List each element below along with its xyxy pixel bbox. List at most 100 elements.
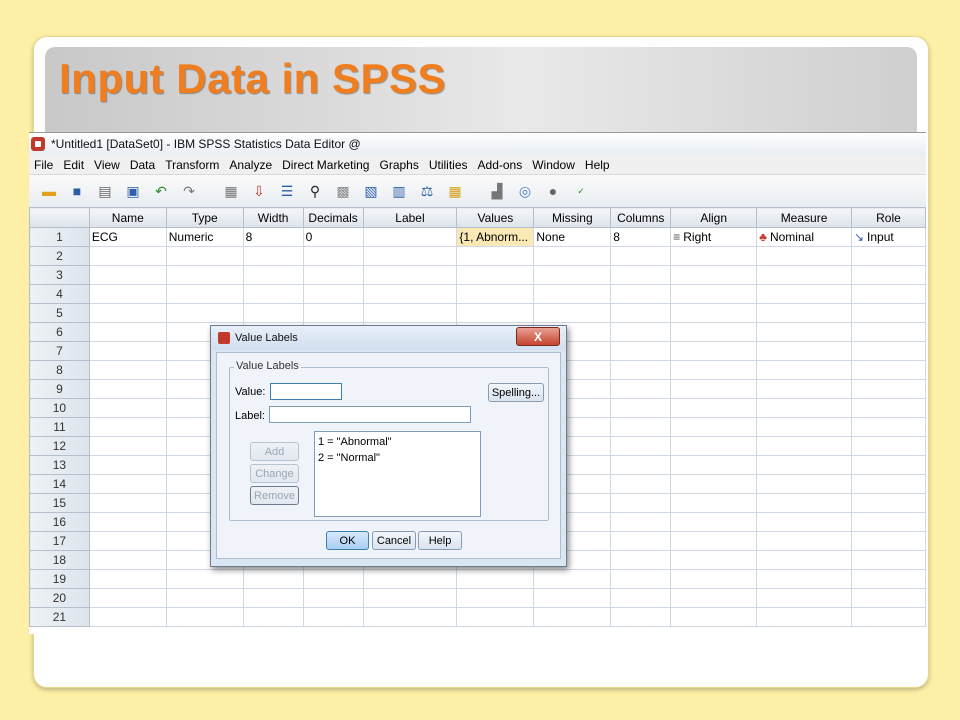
- insert-variable-icon[interactable]: ▧: [360, 180, 382, 202]
- empty-cell[interactable]: [756, 569, 852, 589]
- row-number[interactable]: 19: [29, 569, 90, 589]
- ok-button[interactable]: OK: [326, 531, 369, 550]
- empty-cell[interactable]: [302, 265, 364, 285]
- empty-cell[interactable]: [850, 265, 926, 285]
- empty-cell[interactable]: [165, 303, 244, 323]
- empty-cell[interactable]: [670, 455, 758, 475]
- weight-cases-icon[interactable]: ⚖: [416, 180, 438, 202]
- menu-data[interactable]: Data: [125, 158, 160, 172]
- empty-cell[interactable]: [533, 569, 612, 589]
- empty-cell[interactable]: [610, 265, 672, 285]
- empty-cell[interactable]: [302, 569, 364, 589]
- row-number[interactable]: 7: [29, 341, 90, 361]
- empty-cell[interactable]: [362, 588, 458, 608]
- list-item[interactable]: 1 = "Abnormal": [318, 434, 477, 450]
- empty-cell[interactable]: [88, 379, 167, 399]
- empty-cell[interactable]: [165, 246, 244, 266]
- empty-cell[interactable]: [670, 474, 758, 494]
- empty-cell[interactable]: [670, 550, 758, 570]
- empty-cell[interactable]: [670, 569, 758, 589]
- empty-cell[interactable]: [610, 588, 672, 608]
- empty-cell[interactable]: [756, 436, 852, 456]
- empty-cell[interactable]: [850, 474, 926, 494]
- empty-cell[interactable]: [456, 607, 535, 627]
- menu-utilities[interactable]: Utilities: [424, 158, 473, 172]
- empty-cell[interactable]: [850, 322, 926, 342]
- empty-cell[interactable]: [533, 607, 612, 627]
- empty-cell[interactable]: [362, 265, 458, 285]
- empty-cell[interactable]: [670, 265, 758, 285]
- empty-cell[interactable]: [670, 398, 758, 418]
- empty-cell[interactable]: [88, 531, 167, 551]
- empty-cell[interactable]: [610, 322, 672, 342]
- row-number[interactable]: 15: [29, 493, 90, 513]
- empty-cell[interactable]: [610, 303, 672, 323]
- empty-cell[interactable]: [456, 284, 535, 304]
- empty-cell[interactable]: [88, 569, 167, 589]
- empty-cell[interactable]: [88, 303, 167, 323]
- goto-case-icon[interactable]: ▦: [220, 180, 242, 202]
- empty-cell[interactable]: [670, 607, 758, 627]
- empty-cell[interactable]: [756, 303, 852, 323]
- empty-cell[interactable]: [242, 569, 304, 589]
- empty-cell[interactable]: [165, 569, 244, 589]
- remove-button[interactable]: Remove: [250, 486, 299, 505]
- empty-cell[interactable]: [302, 607, 364, 627]
- empty-cell[interactable]: [850, 569, 926, 589]
- change-button[interactable]: Change: [250, 464, 299, 483]
- row-number[interactable]: 4: [29, 284, 90, 304]
- empty-cell[interactable]: [670, 341, 758, 361]
- row-number[interactable]: 12: [29, 436, 90, 456]
- empty-cell[interactable]: [165, 588, 244, 608]
- empty-cell[interactable]: [850, 436, 926, 456]
- col-header-decimals[interactable]: Decimals: [302, 207, 364, 228]
- empty-cell[interactable]: [756, 360, 852, 380]
- open-folder-icon[interactable]: ▬: [38, 180, 60, 202]
- empty-cell[interactable]: [756, 474, 852, 494]
- empty-cell[interactable]: [756, 588, 852, 608]
- empty-cell[interactable]: [756, 341, 852, 361]
- row-number[interactable]: 6: [29, 322, 90, 342]
- cell-role[interactable]: ↘ Input: [850, 227, 926, 247]
- empty-cell[interactable]: [850, 588, 926, 608]
- empty-cell[interactable]: [165, 607, 244, 627]
- empty-cell[interactable]: [756, 550, 852, 570]
- empty-cell[interactable]: [456, 246, 535, 266]
- empty-cell[interactable]: [610, 436, 672, 456]
- help-button[interactable]: Help: [418, 531, 462, 550]
- close-button[interactable]: X: [516, 327, 560, 346]
- empty-cell[interactable]: [242, 265, 304, 285]
- empty-cell[interactable]: [756, 322, 852, 342]
- empty-cell[interactable]: [362, 284, 458, 304]
- cell-measure[interactable]: ♣ Nominal: [756, 227, 852, 247]
- empty-cell[interactable]: [456, 303, 535, 323]
- spelling-button[interactable]: Spelling...: [488, 383, 544, 402]
- corner-cell[interactable]: [29, 207, 90, 228]
- empty-cell[interactable]: [88, 550, 167, 570]
- empty-cell[interactable]: [610, 550, 672, 570]
- empty-cell[interactable]: [670, 531, 758, 551]
- empty-cell[interactable]: [242, 303, 304, 323]
- col-header-missing[interactable]: Missing: [533, 207, 612, 228]
- empty-cell[interactable]: [362, 569, 458, 589]
- find-icon[interactable]: ⚲: [304, 180, 326, 202]
- empty-cell[interactable]: [88, 322, 167, 342]
- col-header-name[interactable]: Name: [88, 207, 167, 228]
- empty-cell[interactable]: [533, 588, 612, 608]
- row-number[interactable]: 18: [29, 550, 90, 570]
- row-number[interactable]: 5: [29, 303, 90, 323]
- empty-cell[interactable]: [756, 455, 852, 475]
- empty-cell[interactable]: [242, 284, 304, 304]
- empty-cell[interactable]: [242, 607, 304, 627]
- empty-cell[interactable]: [88, 341, 167, 361]
- cell-values[interactable]: {1, Abnorm...: [456, 227, 535, 247]
- empty-cell[interactable]: [533, 265, 612, 285]
- empty-cell[interactable]: [610, 455, 672, 475]
- empty-cell[interactable]: [88, 246, 167, 266]
- empty-cell[interactable]: [670, 493, 758, 513]
- row-number[interactable]: 13: [29, 455, 90, 475]
- empty-cell[interactable]: [670, 246, 758, 266]
- menu-window[interactable]: Window: [527, 158, 580, 172]
- menu-analyze[interactable]: Analyze: [224, 158, 277, 172]
- variables-icon[interactable]: ☰: [276, 180, 298, 202]
